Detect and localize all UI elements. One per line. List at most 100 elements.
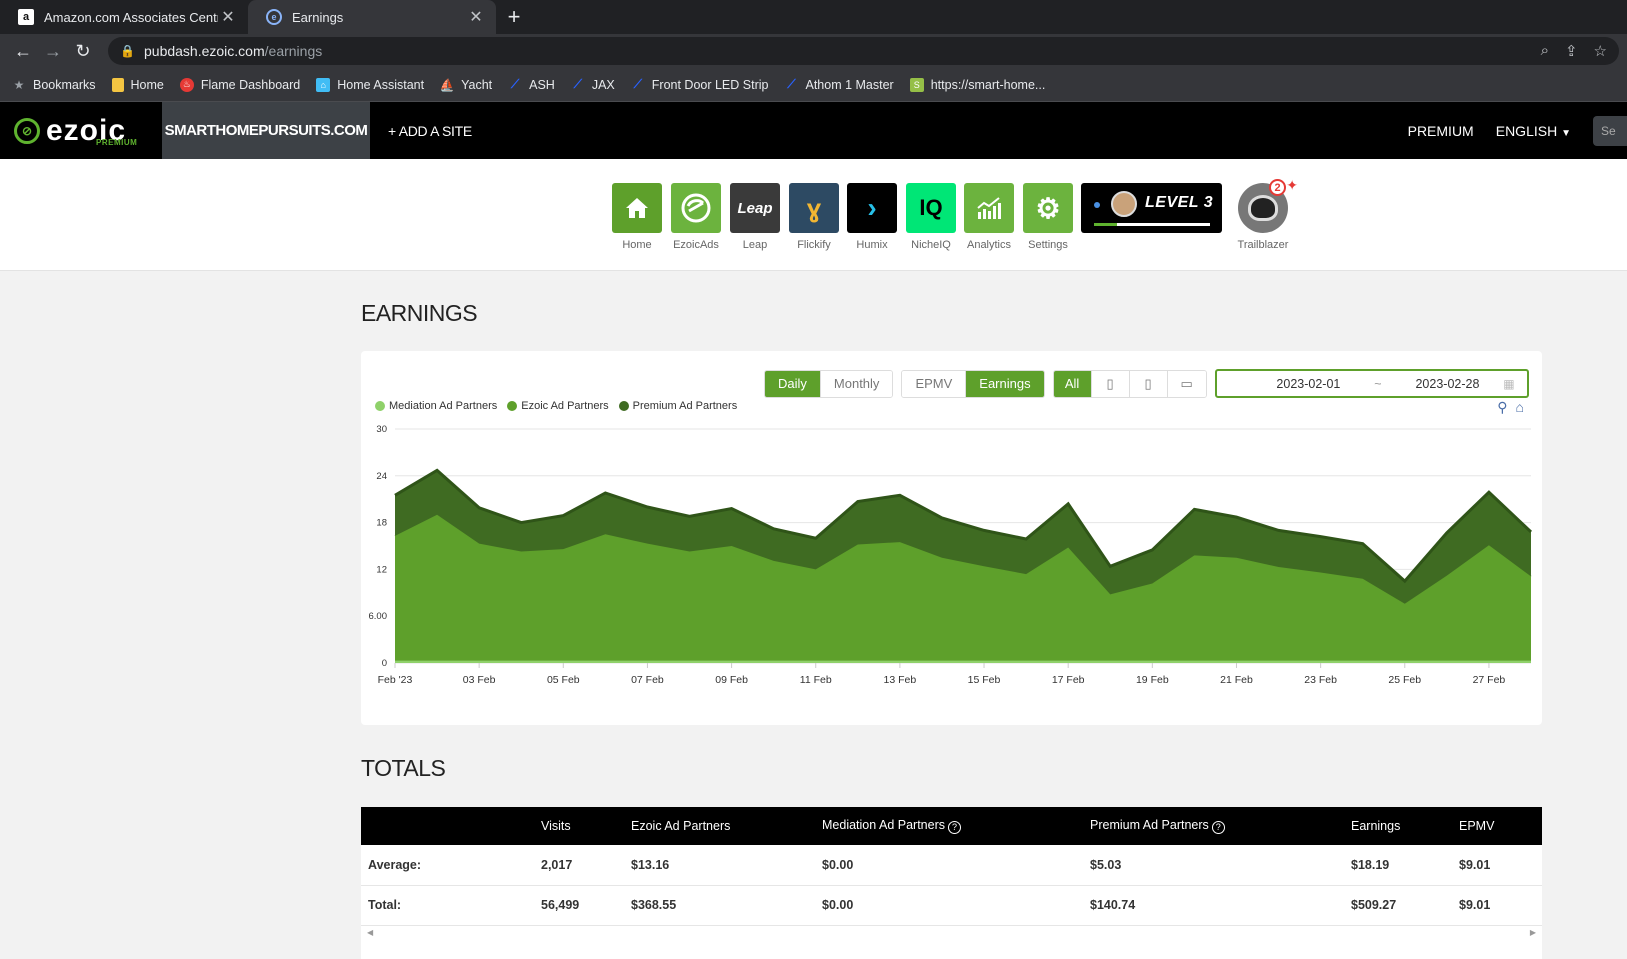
totals-table: Visits Ezoic Ad Partners Mediation Ad Pa… (361, 807, 1542, 926)
y-tick-label: 24 (376, 471, 387, 482)
bookmark-item[interactable]: Home (111, 77, 164, 92)
bookmark-item[interactable]: Shttps://smart-home... (909, 77, 1045, 92)
app-flickify[interactable]: ɣ Flickify (788, 183, 840, 251)
flame-icon: ♨ (179, 77, 194, 92)
date-end: 2023-02-28 (1415, 376, 1480, 391)
level-badge[interactable]: LEVEL 3 (1081, 183, 1222, 233)
table-cell: $13.16 (631, 845, 822, 886)
close-icon[interactable]: ✕ (218, 7, 238, 27)
level-label: LEVEL 3 (1145, 194, 1214, 211)
zoom-icon[interactable]: ⌕ (1541, 42, 1549, 60)
star-icon: ★ (13, 77, 25, 92)
ezoic-icon: e (266, 9, 282, 25)
bookmark-item[interactable]: ⟋ ASH (508, 77, 555, 92)
x-tick-label: 15 Feb (968, 674, 1001, 686)
zoom-in-icon[interactable]: ⚲ (1497, 399, 1507, 416)
monthly-button[interactable]: Monthly (820, 370, 893, 397)
lock-icon: 🔒 (120, 44, 135, 58)
bookmark-item[interactable]: ♨ Flame Dashboard (179, 77, 300, 92)
help-icon[interactable]: ? (1211, 820, 1225, 834)
humix-icon: › (847, 183, 897, 233)
reset-zoom-home-icon[interactable]: ⌂ (1516, 399, 1524, 416)
help-icon[interactable]: ? (948, 820, 961, 834)
column-header: Premium Ad Partners? (1090, 807, 1351, 845)
mobile-icon[interactable]: ▯ (1091, 370, 1130, 397)
table-cell: 56,499 (541, 885, 631, 926)
leap-icon: Leap (730, 183, 780, 233)
trailblazer-button[interactable]: 2 ✦ Trailblazer (1233, 177, 1298, 251)
share-icon[interactable]: ⇪ (1565, 42, 1578, 60)
house-icon (612, 183, 662, 233)
bookmark-item[interactable]: ★ Bookmarks (12, 78, 96, 92)
tab-title: Earnings (292, 9, 344, 25)
table-header-row: Visits Ezoic Ad Partners Mediation Ad Pa… (361, 807, 1542, 845)
legend-item[interactable]: Ezoic Ad Partners (507, 400, 609, 412)
daily-button[interactable]: Daily (765, 370, 821, 397)
level-dot (1094, 202, 1100, 208)
url-input[interactable]: 🔒 pubdash.ezoic.com/earnings ⌕ ⇪ ☆ (108, 37, 1619, 65)
add-site-link[interactable]: + ADD A SITE (388, 123, 472, 139)
table-cell: $5.03 (1090, 845, 1351, 886)
column-header (361, 807, 541, 845)
column-header: EPMV (1459, 819, 1495, 833)
x-tick-label: Feb '23 (378, 674, 413, 686)
epmv-button[interactable]: EPMV (902, 370, 967, 397)
app-settings[interactable]: ⚙ Settings (1022, 183, 1074, 251)
bookmark-item[interactable]: ⛵ Yacht (440, 78, 493, 92)
premium-link[interactable]: PREMIUM (1408, 123, 1474, 139)
x-tick-label: 09 Feb (715, 674, 748, 686)
earnings-button[interactable]: Earnings (966, 370, 1044, 397)
site-selector[interactable]: SMARTHOMEPURSUITS.COM (162, 102, 370, 159)
table-cell: $0.00 (822, 885, 1090, 926)
ezoic-logo[interactable]: ⊘ ezoic PREMIUM (0, 102, 162, 159)
app-analytics[interactable]: Analytics (963, 183, 1015, 251)
date-range-picker[interactable]: 2023-02-01 ~ 2023-02-28 ▦ (1214, 369, 1529, 398)
y-tick-label: 18 (376, 518, 387, 529)
bookmark-item[interactable]: ⟋ Athom 1 Master (784, 77, 893, 92)
level-progress (1094, 223, 1210, 226)
bookmark-item[interactable]: ⌂ Home Assistant (316, 77, 424, 92)
legend-item[interactable]: Premium Ad Partners (618, 400, 737, 412)
new-tab-button[interactable]: + (496, 0, 532, 34)
column-header: Ezoic Ad Partners (631, 819, 731, 833)
bookmark-item[interactable]: ⟋ Front Door LED Strip (631, 77, 769, 92)
all-devices-button[interactable]: All (1053, 370, 1092, 397)
scroll-left-icon[interactable]: ◀ (367, 928, 373, 937)
scroll-right-icon[interactable]: ▶ (1530, 928, 1536, 937)
app-humix[interactable]: › Humix (846, 183, 898, 251)
url-path: /earnings (264, 43, 323, 59)
legend-item[interactable]: Mediation Ad Partners (375, 400, 497, 412)
tablet-icon[interactable]: ▯ (1129, 370, 1168, 397)
y-tick-label: 6.00 (369, 611, 388, 622)
horizontal-scrollbar[interactable]: ◀ ▶ (361, 926, 1542, 940)
forward-arrow-icon[interactable]: → (38, 41, 68, 62)
row-label: Average: (361, 845, 541, 886)
nicheiq-icon: IQ (906, 183, 956, 233)
y-tick-label: 0 (382, 658, 387, 669)
app-ezoicads[interactable]: EzoicAds (670, 183, 722, 251)
language-dropdown[interactable]: ENGLISH ▼ (1496, 123, 1571, 139)
reload-icon[interactable]: ↻ (68, 41, 98, 62)
x-tick-label: 05 Feb (547, 674, 580, 686)
back-arrow-icon[interactable]: ← (8, 41, 38, 62)
bookmark-star-icon[interactable]: ☆ (1594, 42, 1607, 60)
app-nicheiq[interactable]: IQ NicheIQ (905, 183, 957, 251)
x-tick-label: 23 Feb (1304, 674, 1337, 686)
x-tick-label: 07 Feb (631, 674, 664, 686)
earnings-section: EARNINGS (361, 300, 1542, 327)
app-home[interactable]: Home (611, 183, 663, 251)
column-header: Mediation Ad Partners? (822, 807, 1090, 845)
page-title: EARNINGS (361, 300, 478, 326)
amazon-icon: a (18, 9, 34, 25)
tab-amazon-associates[interactable]: a Amazon.com Associates Central ✕ (0, 0, 248, 34)
earnings-area-chart: 0 6.00 12 18 24 30 Feb '23 03 Feb 05 Feb 07 Feb 09… (369, 424, 1533, 686)
row-label: Total: (361, 885, 541, 926)
desktop-icon[interactable]: ▭ (1167, 370, 1206, 397)
gear-icon: ⚙ (1023, 183, 1073, 233)
app-leap[interactable]: Leap Leap (729, 183, 781, 251)
tab-earnings[interactable]: e Earnings ✕ (248, 0, 496, 34)
close-icon[interactable]: ✕ (466, 7, 486, 27)
search-input[interactable]: Se (1593, 115, 1627, 146)
bookmark-item[interactable]: ⟋ JAX (571, 77, 615, 92)
led-icon: ⟋ (633, 77, 642, 91)
